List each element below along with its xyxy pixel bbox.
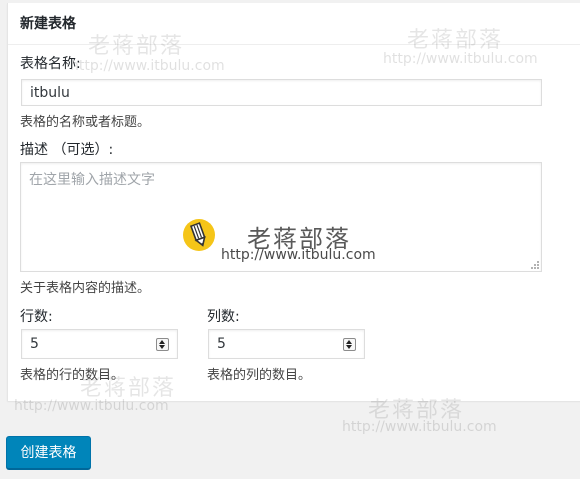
description-textarea[interactable] xyxy=(20,162,542,272)
columns-label: 列数: xyxy=(207,309,240,325)
rows-spinner-icon[interactable] xyxy=(156,338,169,351)
panel-header: 新建表格 xyxy=(8,3,580,45)
resize-grip-icon[interactable] xyxy=(530,260,540,270)
create-table-button[interactable]: 创建表格 xyxy=(6,436,91,469)
spin-up-icon[interactable] xyxy=(346,340,352,344)
watermark-url: http://www.itbulu.com xyxy=(342,419,497,435)
rows-value: 5 xyxy=(30,336,39,352)
table-name-input[interactable] xyxy=(21,79,542,106)
table-name-label: 表格名称: xyxy=(20,56,81,72)
spin-down-icon[interactable] xyxy=(159,345,165,349)
panel-title: 新建表格 xyxy=(20,16,76,32)
description-help: 关于表格内容的描述。 xyxy=(20,281,151,296)
rows-help: 表格的行的数目。 xyxy=(20,368,125,383)
columns-help: 表格的列的数目。 xyxy=(207,368,312,383)
pencil-logo-icon xyxy=(183,219,215,251)
rows-label: 行数: xyxy=(20,309,53,325)
columns-value: 5 xyxy=(217,336,226,352)
columns-spinner-icon[interactable] xyxy=(343,338,356,351)
spin-down-icon[interactable] xyxy=(346,345,352,349)
columns-number-input[interactable]: 5 xyxy=(208,329,365,359)
description-label: 描述 （可选）: xyxy=(20,142,114,158)
table-name-help: 表格的名称或者标题。 xyxy=(20,115,151,130)
rows-number-input[interactable]: 5 xyxy=(21,329,178,359)
spin-up-icon[interactable] xyxy=(159,340,165,344)
